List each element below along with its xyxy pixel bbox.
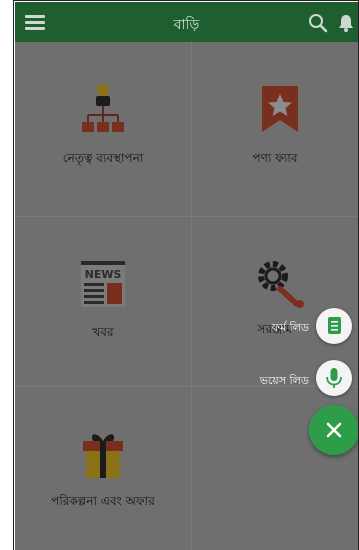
form-icon	[328, 317, 341, 334]
tile-plans-offers[interactable]: পরিকল্পনা এবং অফার	[15, 387, 191, 550]
tile-label: নেতৃত্ব ব্যবস্থাপনা	[62, 151, 144, 165]
bell-icon[interactable]	[338, 13, 354, 33]
fab-form-lead-button[interactable]	[316, 308, 352, 344]
fab-close-button[interactable]	[309, 405, 358, 455]
fab-voice-lead-button[interactable]	[316, 360, 352, 396]
tile-product-fab[interactable]: পণ্য ফ্যাব	[192, 42, 358, 216]
page-title: বাড়ি	[173, 17, 200, 33]
hierarchy-icon	[81, 82, 125, 138]
star-ribbon-icon	[260, 84, 300, 138]
close-icon	[326, 422, 342, 438]
gift-icon	[83, 429, 123, 483]
news-icon: NEWS	[81, 261, 125, 311]
tile-news[interactable]: NEWS খবর	[15, 217, 191, 386]
app-window: বাড়ি নেতৃত্ব ব্যবস্থাপনা পণ্য ফ্যাব NEW…	[15, 0, 358, 550]
fab-voice-lead-label[interactable]: ভয়েস লিড	[227, 372, 309, 391]
search-icon[interactable]	[308, 13, 328, 33]
frame-border-left	[0, 0, 14, 550]
screen-frame: বাড়ি নেতৃত্ব ব্যবস্থাপনা পণ্য ফ্যাব NEW…	[0, 0, 359, 550]
svg-text:NEWS: NEWS	[85, 268, 122, 281]
app-bar: বাড়ি	[15, 2, 358, 42]
wrench-gear-icon	[256, 259, 306, 313]
tile-label: খবর	[92, 325, 114, 339]
tile-label: পণ্য ফ্যাব	[252, 151, 298, 165]
fab-form-lead-label[interactable]: ফর্ম লিড	[237, 319, 309, 338]
tile-label: পরিকল্পনা এবং অফার	[51, 494, 155, 508]
microphone-icon	[326, 368, 342, 388]
tile-lead-management[interactable]: নেতৃত্ব ব্যবস্থাপনা	[15, 42, 191, 216]
